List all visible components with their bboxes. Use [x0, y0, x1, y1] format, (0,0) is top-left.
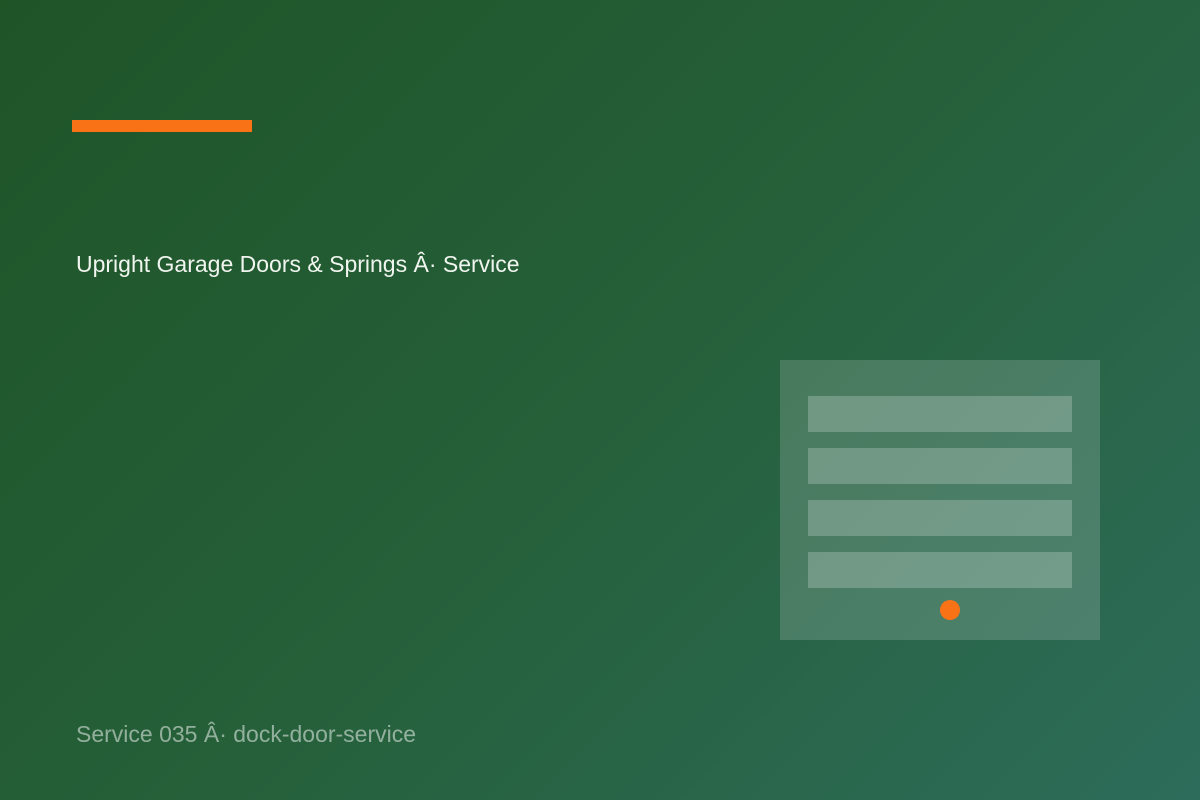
accent-bar [72, 120, 252, 132]
footer-caption: Service 035 Â· dock-door-service [76, 721, 417, 747]
door-panel [808, 500, 1072, 536]
door-panel [808, 396, 1072, 432]
page-title: Upright Garage Doors & Springs Â· Servic… [76, 251, 520, 277]
door-panel [808, 448, 1072, 484]
garage-door-icon [780, 360, 1100, 640]
door-panel [808, 552, 1072, 588]
door-handle-icon [940, 600, 960, 620]
